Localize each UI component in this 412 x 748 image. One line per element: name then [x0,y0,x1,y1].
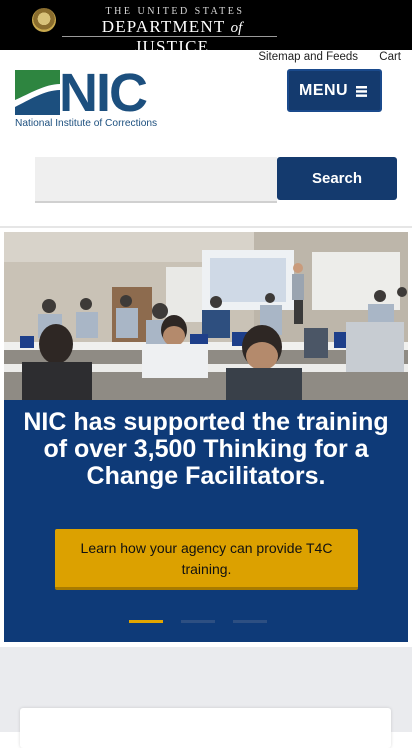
hamburger-icon [356,86,367,97]
cart-link[interactable]: Cart [379,51,401,63]
nic-logo-letters: NIC [59,63,148,123]
search-input[interactable] [35,157,277,203]
hero-classroom-image [4,232,408,400]
doj-banner-of: of [230,20,243,36]
hero-title: NIC has supported the training of over 3… [23,408,389,490]
menu-button-label: MENU [299,81,349,99]
carousel-dot-3[interactable] [233,620,267,623]
doj-seal-icon [32,8,56,32]
content-card[interactable] [20,708,391,748]
doj-banner-rule [62,36,277,37]
nic-logo[interactable]: NIC National Institute of Corrections [15,63,167,132]
learn-t4c-training-button[interactable]: Learn how your agency can provide T4C tr… [55,529,358,590]
hero-carousel: NIC has supported the training of over 3… [4,232,408,642]
nic-logo-mark-icon [15,70,60,115]
doj-banner[interactable]: THE UNITED STATES DEPARTMENT of JUSTICE [0,0,412,56]
doj-banner-justice: JUSTICE [134,37,210,56]
carousel-indicators [129,620,279,623]
carousel-dot-1[interactable] [129,620,163,623]
menu-button[interactable]: MENU [287,69,382,112]
header-divider [0,226,412,228]
carousel-dot-2[interactable] [181,620,215,623]
nic-logo-tagline: National Institute of Corrections [15,118,158,129]
doj-banner-department: DEPARTMENT [101,17,226,36]
sitemap-and-feeds-link[interactable]: Sitemap and Feeds [258,51,358,63]
utility-links: Sitemap and Feeds Cart [240,51,401,63]
search-button[interactable]: Search [277,157,397,200]
doj-banner-line1: THE UNITED STATES [105,6,245,17]
